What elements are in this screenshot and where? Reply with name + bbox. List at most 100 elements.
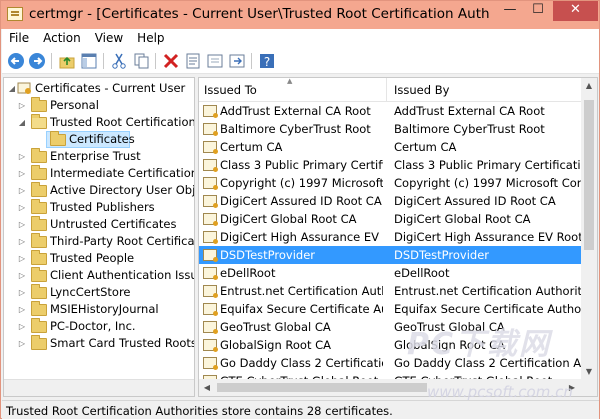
scroll-down-icon[interactable]: ▼ xyxy=(581,364,597,380)
tree-item-lync[interactable]: ▷ LyncCertStore xyxy=(17,284,193,301)
scroll-right-icon[interactable]: ▶ xyxy=(564,379,580,396)
tree-item-active-directory[interactable]: ▷ Active Directory User Object xyxy=(17,182,194,199)
folder-icon xyxy=(31,318,47,333)
tree-item-pc-doctor[interactable]: ▷ PC-Doctor, Inc. xyxy=(17,318,193,335)
tree-item-label: PC-Doctor, Inc. xyxy=(50,319,136,333)
scroll-up-icon[interactable]: ▲ xyxy=(581,78,597,94)
tree-item-label: MSIEHistoryJournal xyxy=(50,302,159,316)
tree-item-trusted-publishers[interactable]: ▷ Trusted Publishers xyxy=(17,199,193,216)
vertical-scrollbar[interactable]: ▲ ▼ xyxy=(581,78,597,380)
tree-item-untrusted[interactable]: ▷ Untrusted Certificates xyxy=(17,216,193,233)
table-row[interactable]: Equifax Secure Certificate Auth... Equifa… xyxy=(199,300,582,318)
column-issued-to[interactable]: Issued To xyxy=(204,83,257,97)
cell-issued-by: Baltimore CyberTrust Root xyxy=(394,122,545,136)
tree-item-trusted-people[interactable]: ▷ Trusted People xyxy=(17,250,193,267)
export-icon[interactable] xyxy=(228,52,246,70)
table-row[interactable]: GlobalSign Root CA GlobalSign Root CA xyxy=(199,336,582,354)
folder-icon xyxy=(50,131,66,146)
back-icon[interactable] xyxy=(7,52,25,70)
tree-item-label: Trusted People xyxy=(50,251,135,265)
certificate-icon xyxy=(203,195,218,208)
scroll-thumb[interactable] xyxy=(584,100,594,250)
menu-view[interactable]: View xyxy=(88,29,130,45)
tree-item-personal[interactable]: ▷ Personal xyxy=(17,97,193,114)
scroll-thumb[interactable] xyxy=(217,383,427,392)
title-bar[interactable]: certmgr - [Certificates - Current User\T… xyxy=(1,1,599,29)
expand-arrow-icon[interactable]: ▷ xyxy=(17,216,27,233)
tree-item-third-party-root[interactable]: ▷ Third-Party Root Certification xyxy=(17,233,194,250)
certificate-icon xyxy=(203,249,218,262)
table-row[interactable]: Copyright (c) 1997 Microsoft C... Copyrig… xyxy=(199,174,582,192)
collapse-arrow-icon[interactable]: ◢ xyxy=(17,114,27,131)
expand-arrow-icon[interactable]: ▷ xyxy=(17,148,27,165)
tree-item-intermediate[interactable]: ▷ Intermediate Certification Au xyxy=(17,165,194,182)
tree-item-msie-history[interactable]: ▷ MSIEHistoryJournal xyxy=(17,301,193,318)
tree-horizontal-scrollbar[interactable] xyxy=(4,379,194,396)
tree-item-enterprise-trust[interactable]: ▷ Enterprise Trust xyxy=(17,148,193,165)
close-button[interactable]: ✕ xyxy=(553,1,598,21)
show-hide-tree-icon[interactable] xyxy=(80,52,98,70)
minimize-button[interactable]: — xyxy=(496,1,524,21)
table-row[interactable]: Class 3 Public Primary Certificat... Clas… xyxy=(199,156,582,174)
sort-ascending-icon: ▲ xyxy=(287,77,293,85)
expand-arrow-icon[interactable]: ▷ xyxy=(17,335,27,352)
table-row[interactable]: DigiCert Global Root CA DigiCert Global R… xyxy=(199,210,582,228)
maximize-button[interactable]: ☐ xyxy=(524,1,552,21)
expand-arrow-icon[interactable]: ▷ xyxy=(17,233,27,250)
cell-issued-to: Copyright (c) 1997 Microsoft C... xyxy=(220,176,383,190)
folder-icon xyxy=(31,267,47,282)
folder-icon xyxy=(31,250,47,265)
certificate-icon xyxy=(203,357,218,370)
collapse-arrow-icon[interactable]: ◢ xyxy=(7,80,17,97)
forward-icon[interactable] xyxy=(28,52,46,70)
expand-arrow-icon[interactable]: ▷ xyxy=(17,199,27,216)
scroll-left-icon[interactable]: ◀ xyxy=(199,379,215,396)
column-separator[interactable] xyxy=(386,78,387,102)
tree-item-trusted-root[interactable]: ◢ Trusted Root Certification Au xyxy=(17,114,194,131)
expand-arrow-icon[interactable]: ▷ xyxy=(17,182,27,199)
expand-arrow-icon[interactable]: ▷ xyxy=(17,318,27,335)
help-icon[interactable]: ? xyxy=(258,52,276,70)
horizontal-scrollbar[interactable]: ◀ ▶ xyxy=(199,379,597,396)
tree-item-certificates-current-user[interactable]: ◢ Certificates - Current User xyxy=(7,80,193,97)
tree-item-label: Enterprise Trust xyxy=(50,149,141,163)
up-folder-icon[interactable] xyxy=(58,52,76,70)
cell-issued-to: Class 3 Public Primary Certificat... xyxy=(220,158,383,172)
cell-issued-by: Equifax Secure Certificate Authority xyxy=(394,302,582,316)
table-row[interactable]: eDellRoot eDellRoot xyxy=(199,264,582,282)
table-row[interactable]: Entrust.net Certification Author... Entru… xyxy=(199,282,582,300)
menu-help[interactable]: Help xyxy=(130,29,171,45)
table-row[interactable]: GeoTrust Global CA GeoTrust Global CA xyxy=(199,318,582,336)
cell-issued-by: DigiCert Global Root CA xyxy=(394,212,531,226)
properties-icon[interactable] xyxy=(184,52,202,70)
expand-arrow-icon[interactable]: ▷ xyxy=(17,165,27,182)
table-row[interactable]: AddTrust External CA Root AddTrust Extern… xyxy=(199,102,582,120)
table-row[interactable]: Baltimore CyberTrust Root Baltimore Cyber… xyxy=(199,120,582,138)
menu-file[interactable]: File xyxy=(2,29,36,45)
cut-icon[interactable] xyxy=(110,52,128,70)
tree-item-label: Untrusted Certificates xyxy=(50,217,177,231)
copy-icon[interactable] xyxy=(132,52,150,70)
delete-icon[interactable] xyxy=(162,52,180,70)
tree-item-client-auth[interactable]: ▷ Client Authentication Issuers xyxy=(17,267,194,284)
expand-arrow-icon[interactable]: ▷ xyxy=(17,301,27,318)
tree-item-label: Trusted Publishers xyxy=(50,200,155,214)
refresh-icon[interactable] xyxy=(206,52,224,70)
folder-icon xyxy=(31,216,47,231)
toolbar-separator xyxy=(103,53,104,69)
expand-arrow-icon[interactable]: ▷ xyxy=(17,97,27,114)
menu-action[interactable]: Action xyxy=(36,29,88,45)
table-row[interactable]: DigiCert Assured ID Root CA DigiCert Assu… xyxy=(199,192,582,210)
expand-arrow-icon[interactable]: ▷ xyxy=(17,284,27,301)
status-bar: Trusted Root Certification Authorities s… xyxy=(2,400,599,419)
expand-arrow-icon[interactable]: ▷ xyxy=(17,267,27,284)
table-row[interactable]: Go Daddy Class 2 Certification ... Go Dad… xyxy=(199,354,582,372)
table-row[interactable]: Certum CA Certum CA xyxy=(199,138,582,156)
cell-issued-by: Class 3 Public Primary Certificatio... xyxy=(394,158,582,172)
table-row-selected[interactable]: DSDTestProvider DSDTestProvider xyxy=(199,246,582,264)
table-row[interactable]: DigiCert High Assurance EV Ro... DigiCert… xyxy=(199,228,582,246)
column-issued-by[interactable]: Issued By xyxy=(394,83,449,97)
tree-item-certificates[interactable]: Certificates xyxy=(46,131,135,148)
tree-item-smart-card[interactable]: ▷ Smart Card Trusted Roots xyxy=(17,335,194,352)
expand-arrow-icon[interactable]: ▷ xyxy=(17,250,27,267)
